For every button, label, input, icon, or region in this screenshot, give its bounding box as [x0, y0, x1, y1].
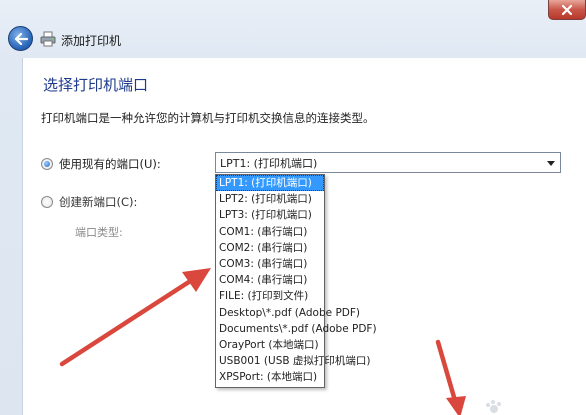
- create-new-port-label: 创建新端口(C):: [59, 195, 138, 209]
- window-title: 添加打印机: [61, 34, 122, 48]
- port-option[interactable]: COM2: (串行端口): [216, 240, 324, 256]
- port-option[interactable]: COM1: (串行端口): [216, 224, 324, 240]
- port-dropdown-list: LPT1: (打印机端口) LPT2: (打印机端口) LPT3: (打印机端口) C…: [215, 174, 377, 388]
- port-option[interactable]: LPT1: (打印机端口): [216, 175, 324, 192]
- back-button[interactable]: [8, 26, 33, 51]
- use-existing-port-radio[interactable]: [41, 158, 53, 170]
- port-option[interactable]: COM4: (串行端口): [216, 272, 324, 288]
- dropdown-arrow[interactable]: [545, 157, 557, 169]
- paw-watermark-icon: [486, 400, 501, 413]
- port-option[interactable]: Documents\*.pdf (Adobe PDF): [216, 321, 377, 337]
- port-option[interactable]: XPSPort: (本地端口): [216, 369, 324, 385]
- back-arrow-icon: [14, 32, 28, 45]
- printer-icon: [40, 31, 56, 47]
- port-option[interactable]: USB001 (USB 虚拟打印机端口): [216, 353, 371, 369]
- add-printer-window: 添加打印机 选择打印机端口 打印机端口是一种允许您的计算机与打印机交换信息的连接…: [0, 0, 586, 415]
- use-existing-port-label: 使用现有的端口(U):: [59, 157, 161, 171]
- page-title: 选择打印机端口: [43, 76, 149, 94]
- create-new-port-radio[interactable]: [41, 196, 53, 208]
- wizard-page: 选择打印机端口 打印机端口是一种允许您的计算机与打印机交换信息的连接类型。 使用…: [22, 58, 586, 415]
- use-existing-port-option[interactable]: 使用现有的端口(U):: [41, 156, 161, 172]
- port-option[interactable]: LPT2: (打印机端口): [216, 191, 324, 207]
- existing-port-select[interactable]: LPT1: (打印机端口): [215, 152, 561, 173]
- wizard-header: 添加打印机: [0, 22, 586, 58]
- port-option[interactable]: OrayPort (本地端口): [216, 337, 324, 353]
- create-new-port-option[interactable]: 创建新端口(C):: [41, 194, 137, 210]
- port-type-label: 端口类型:: [75, 226, 123, 239]
- port-option[interactable]: COM3: (串行端口): [216, 256, 324, 272]
- port-option[interactable]: LPT3: (打印机端口): [216, 207, 324, 223]
- close-icon: [561, 4, 573, 15]
- chevron-down-icon: [547, 160, 555, 166]
- page-description: 打印机端口是一种允许您的计算机与打印机交换信息的连接类型。: [41, 111, 375, 125]
- port-option[interactable]: Desktop\*.pdf (Adobe PDF): [216, 305, 360, 321]
- existing-port-select-value: LPT1: (打印机端口): [220, 156, 318, 170]
- close-button[interactable]: [548, 0, 586, 20]
- port-option[interactable]: FILE: (打印到文件): [216, 288, 324, 304]
